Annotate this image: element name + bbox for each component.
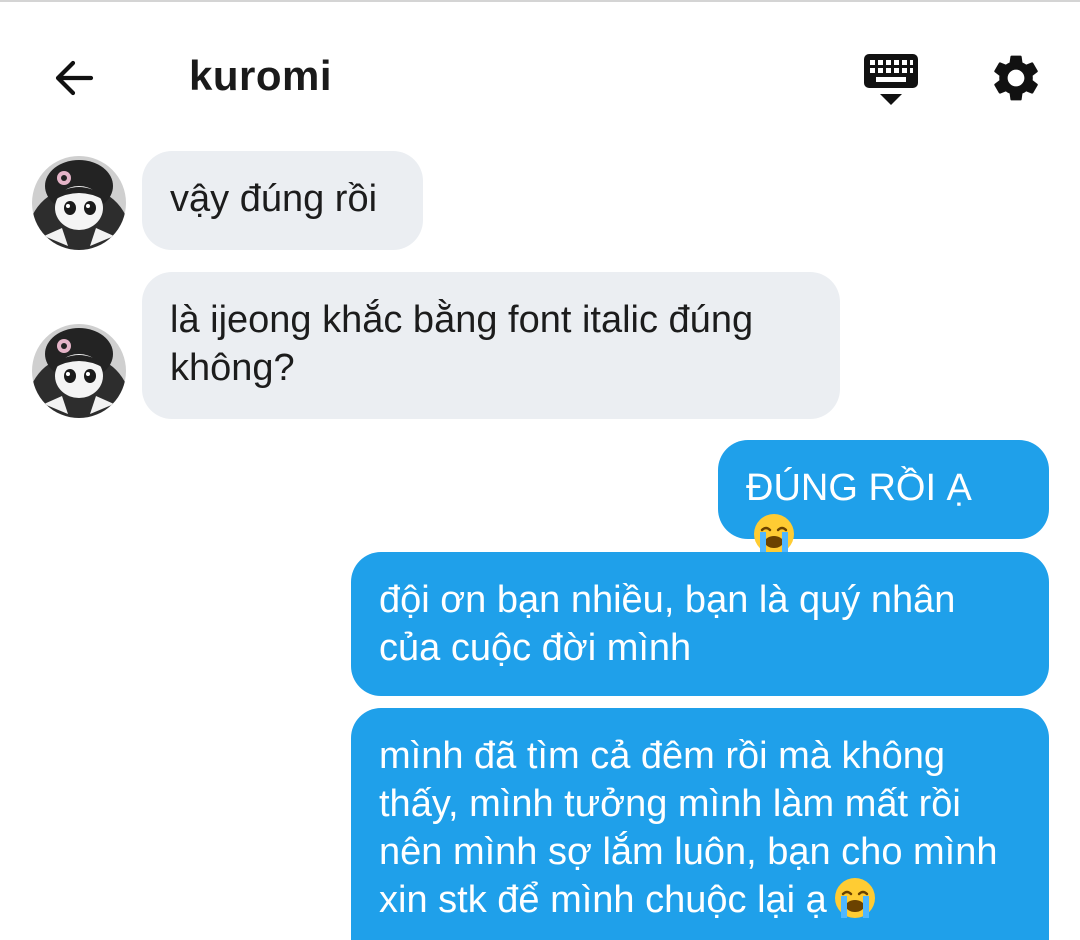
crying-face-icon	[754, 514, 794, 554]
message-text: vậy đúng rồi	[170, 178, 378, 220]
keyboard-icon	[864, 54, 918, 105]
kuromi-avatar-icon	[32, 324, 126, 418]
keyboard-button[interactable]	[860, 52, 922, 108]
gear-icon	[994, 55, 1038, 101]
message-bubble[interactable]: đội ơn bạn nhiều, bạn là quý nhân của cu…	[351, 552, 1049, 696]
chat-header: kuromi	[0, 2, 1080, 152]
message-text: là ijeong khắc bằng font italic đúng khô…	[170, 299, 754, 389]
chat-title: kuromi	[189, 52, 333, 99]
message-bubble[interactable]: ĐÚNG RỒI Ạ	[718, 440, 1049, 554]
back-button[interactable]	[48, 52, 100, 104]
message-bubble[interactable]: mình đã tìm cả đêm rồi mà không thấy, mì…	[351, 708, 1049, 940]
settings-button[interactable]	[988, 50, 1044, 106]
arrow-left-icon	[55, 60, 94, 96]
message-text: mình đã tìm cả đêm rồi mà không thấy, mì…	[379, 735, 998, 921]
crying-face-icon	[834, 878, 875, 918]
message-bubble[interactable]: vậy đúng rồi	[142, 151, 423, 250]
message-text: đội ơn bạn nhiều, bạn là quý nhân của cu…	[379, 579, 956, 669]
message-bubble[interactable]: là ijeong khắc bằng font italic đúng khô…	[142, 272, 840, 419]
message-text: ĐÚNG RỒI Ạ	[746, 467, 972, 509]
avatar[interactable]	[32, 324, 126, 418]
kuromi-avatar-icon	[32, 156, 126, 250]
chat-screen: kuromi vậy đúng rồi là ijeong khắc bằng …	[0, 0, 1080, 940]
avatar[interactable]	[32, 156, 126, 250]
